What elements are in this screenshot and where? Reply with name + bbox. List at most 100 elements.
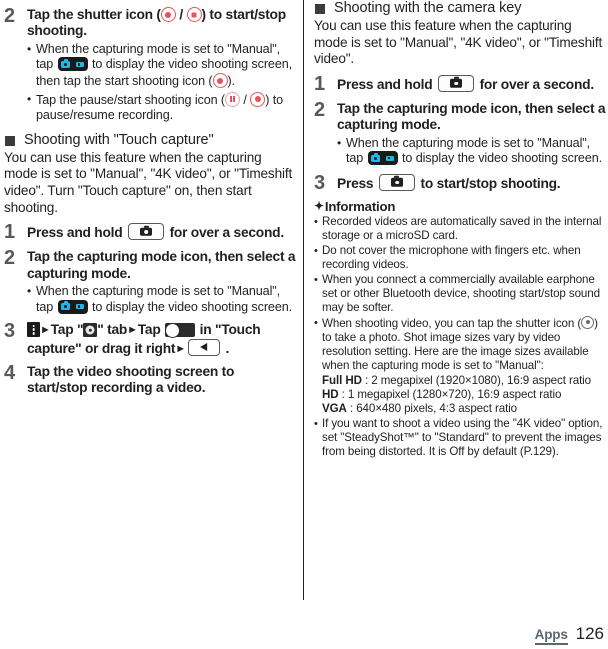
step-number: 4 <box>4 361 16 384</box>
section-paragraph: You can use this feature when the captur… <box>314 18 603 67</box>
step-press-to-start-stop: 3 Press to start/stop shooting. <box>314 171 607 194</box>
step-title-part-a: Press <box>337 175 377 191</box>
section-heading-label: Shooting with "Touch capture" <box>24 131 214 148</box>
column-divider <box>303 0 304 600</box>
step-title-part-5: . <box>221 340 230 356</box>
bullet-dot: • <box>314 273 318 286</box>
capturing-mode-chip-icon <box>57 299 88 314</box>
section-bullet-square-icon <box>5 135 15 146</box>
step-number: 1 <box>314 72 326 95</box>
bullet-text-c: ). <box>227 74 236 88</box>
step-number: 2 <box>314 98 326 121</box>
left-column: 2 Tap the shutter icon ( / ) to start/st… <box>4 0 297 397</box>
section-paragraph: You can use this feature when the captur… <box>4 149 293 215</box>
image-size-label: HD <box>322 387 339 401</box>
step-title-part-a: Press and hold <box>27 225 126 241</box>
step-title-separator: / <box>175 7 187 22</box>
bullet-dot: • <box>314 316 318 329</box>
list-item: • Recorded videos are automatically save… <box>314 215 607 243</box>
step-title: Tap the video shooting screen to start/s… <box>27 363 235 396</box>
bullet-dot: • <box>314 244 318 257</box>
information-heading: ✦ Information <box>314 199 607 214</box>
list-item-text: When you connect a commercially availabl… <box>322 272 600 314</box>
step-title-part-b: to start/stop shooting. <box>416 175 561 191</box>
step-number: 3 <box>314 171 326 194</box>
step-select-capturing-mode: 2 Tap the capturing mode icon, then sele… <box>4 247 297 315</box>
bullet-dot: • <box>314 417 318 430</box>
shutter-icon <box>581 315 595 329</box>
step-number: 1 <box>4 221 16 244</box>
bullet-dot: • <box>314 215 318 228</box>
step-title-part-b: for over a second. <box>166 225 285 241</box>
page-footer: Apps 126 <box>534 624 604 645</box>
bullet-text-b: to display the video shooting screen. <box>398 151 603 166</box>
step-title-part-b: for over a second. <box>476 76 595 92</box>
arrow-icon: ► <box>175 342 186 355</box>
start-shooting-icon <box>250 91 266 107</box>
bullet-text-a: Tap the pause/start shooting icon ( <box>36 92 226 107</box>
start-shooting-icon <box>212 73 228 88</box>
step-enable-touch-capture: 3 ►Tap " " tab►Tap in "Touch capture" or … <box>4 321 297 357</box>
step-shutter: 2 Tap the shutter icon ( / ) to start/st… <box>4 5 297 124</box>
step-select-capturing-mode: 2 Tap the capturing mode icon, then sele… <box>314 98 607 167</box>
step-title-part-a: Tap the shutter icon ( <box>27 7 161 22</box>
bullet-dot: • <box>27 91 32 106</box>
bullet-dot: • <box>27 283 32 298</box>
list-item: • If you want to shoot a video using the… <box>314 417 607 460</box>
list-item: • Do not cover the microphone with finge… <box>314 244 607 272</box>
list-item: • When you connect a commercially availa… <box>314 273 607 316</box>
image-size-value: : 640×480 pixels, 4:3 aspect ratio <box>346 401 518 415</box>
bullet-text-b: / <box>240 92 251 107</box>
step-press-and-hold: 1 Press and hold for over a second. <box>314 72 607 95</box>
step-title: Tap the capturing mode icon, then select… <box>337 100 606 133</box>
step-title: Press and hold for over a second. <box>337 74 607 93</box>
overflow-menu-icon <box>27 322 40 338</box>
manual-page: 2 Tap the shutter icon ( / ) to start/st… <box>0 0 608 649</box>
list-item: • When shooting video, you can tap the s… <box>314 315 607 416</box>
list-item-text: When shooting video, you can tap the shu… <box>322 315 607 416</box>
list-item-text-a: When shooting video, you can tap the shu… <box>322 316 582 330</box>
section-heading-touch-capture: Shooting with "Touch capture" <box>4 132 297 149</box>
bullet-text: Tap the pause/start shooting icon ( / ) … <box>36 91 297 124</box>
step-title: Tap the shutter icon ( / ) to start/stop… <box>27 7 297 40</box>
start-shooting-icon <box>160 7 176 22</box>
step-number: 2 <box>4 247 16 270</box>
image-size-value: : 2 megapixel (1920×1080), 16:9 aspect r… <box>361 373 592 387</box>
step-press-and-hold: 1 Press and hold for over a second. <box>4 221 297 244</box>
list-item-text: Recorded videos are automatically saved … <box>322 214 602 242</box>
image-size-row: Full HD : 2 megapixel (1920×1080), 16:9 … <box>322 374 591 387</box>
list-item-text: Do not cover the microphone with fingers… <box>322 243 581 271</box>
stop-shooting-icon <box>186 7 202 22</box>
bullet-text: When the capturing mode is set to "Manua… <box>36 284 297 315</box>
step-bullet: • When the capturing mode is set to "Man… <box>337 136 607 167</box>
bullet-dot: • <box>337 135 342 150</box>
step-title-part-2: " tab <box>97 322 128 338</box>
step-title-part-1: Tap " <box>50 322 84 338</box>
image-size-label: Full HD <box>322 373 362 387</box>
image-size-value: : 1 megapixel (1280×720), 16:9 aspect ra… <box>338 387 562 401</box>
arrow-icon: ► <box>40 324 51 337</box>
bullet-text-b: to display the video shooting screen. <box>88 299 293 314</box>
step-title: ►Tap " " tab►Tap in "Touch capture" or dr… <box>27 322 297 357</box>
footer-section-tag: Apps <box>534 627 568 645</box>
pause-shooting-icon <box>225 91 241 107</box>
step-bullet: • Tap the pause/start shooting icon ( / … <box>27 91 297 124</box>
diamond-icon: ✦ <box>314 198 324 213</box>
step-number: 2 <box>4 5 16 27</box>
gear-icon <box>83 323 98 338</box>
section-heading-label: Shooting with the camera key <box>334 0 522 16</box>
image-size-row: VGA : 640×480 pixels, 4:3 aspect ratio <box>322 402 517 415</box>
image-size-row: HD : 1 megapixel (1280×720), 16:9 aspect… <box>322 388 561 401</box>
bullet-text: When the capturing mode is set to "Manua… <box>346 136 607 167</box>
right-column: Shooting with the camera key You can use… <box>314 0 607 460</box>
list-item-text: If you want to shoot a video using the "… <box>322 416 603 459</box>
step-title: Press and hold for over a second. <box>27 223 297 241</box>
information-list: • Recorded videos are automatically save… <box>314 215 607 459</box>
camera-key-icon <box>438 74 474 92</box>
bullet-dot: • <box>27 41 32 56</box>
information-heading-label: Information <box>324 198 396 214</box>
camera-key-icon <box>378 173 415 191</box>
image-size-label: VGA <box>322 401 347 415</box>
step-bullet: • When the capturing mode is set to "Man… <box>27 284 297 315</box>
back-key-icon <box>187 338 220 356</box>
